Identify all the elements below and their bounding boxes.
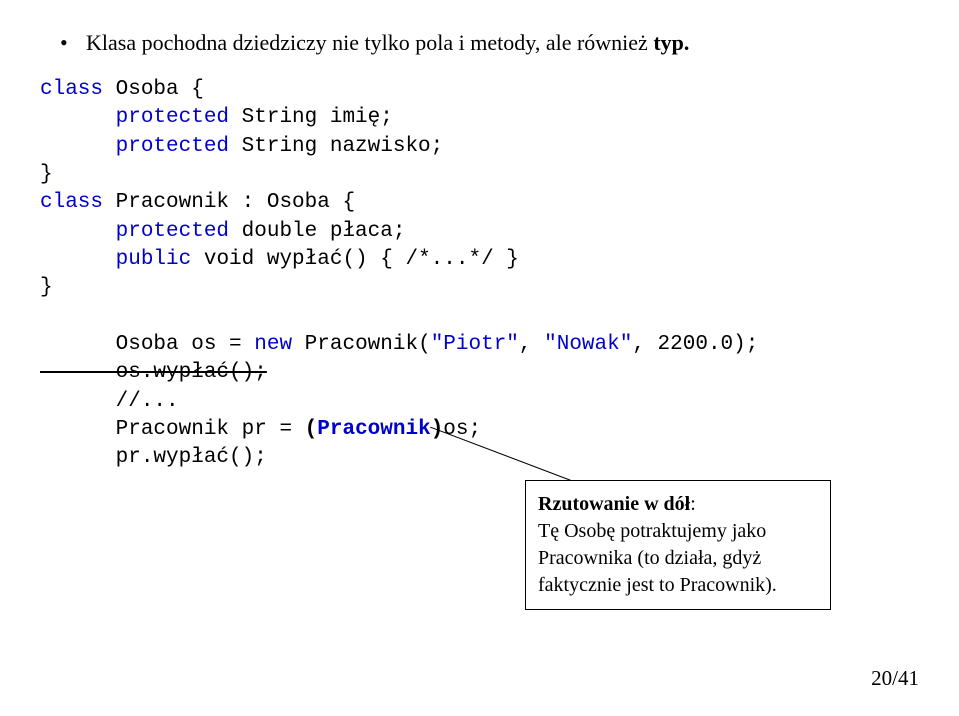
string-literal: "Piotr" [431, 333, 519, 356]
cast-type: Pracownik [317, 418, 430, 441]
cast-paren: ) [431, 418, 444, 441]
bullet-marker: • [60, 30, 86, 56]
bullet-item: •Klasa pochodna dziedziczy nie tylko pol… [60, 30, 919, 56]
bullet-text: Klasa pochodna dziedziczy nie tylko pola… [86, 30, 653, 55]
code-text: Pracownik : Osoba { [103, 191, 355, 214]
code-text: String imię; [229, 106, 393, 129]
cast-paren: ( [305, 418, 318, 441]
callout-box: Rzutowanie w dół: Tę Osobę potraktujemy … [525, 480, 831, 610]
kw-class: class [40, 191, 103, 214]
code-text: } [40, 163, 53, 186]
code-text: void wypłać() { /*...*/ } [191, 248, 519, 271]
code-strikethrough: os.wypłać(); [40, 361, 267, 384]
string-literal: "Nowak" [544, 333, 632, 356]
kw-class: class [40, 78, 103, 101]
code-text: Pracownik pr = [40, 418, 305, 441]
code-comment: //... [40, 390, 179, 413]
kw-new: new [254, 333, 292, 356]
code-text: os; [443, 418, 481, 441]
code-text: Osoba { [103, 78, 204, 101]
code-block: class Osoba { protected String imię; pro… [40, 76, 919, 473]
code-text: Osoba os = [40, 333, 254, 356]
kw-protected: protected [40, 220, 229, 243]
code-text: } [40, 276, 53, 299]
code-text: double płaca; [229, 220, 405, 243]
kw-public: public [40, 248, 191, 271]
code-text: String nazwisko; [229, 135, 443, 158]
callout-title: Rzutowanie w dół [538, 493, 690, 515]
kw-protected: protected [40, 106, 229, 129]
page-number: 20/41 [871, 666, 919, 691]
code-text: pr.wypłać(); [40, 446, 267, 469]
code-text: , 2200.0); [632, 333, 758, 356]
bullet-bold: typ. [653, 30, 689, 55]
code-text: Pracownik( [292, 333, 431, 356]
code-text: , [519, 333, 544, 356]
kw-protected: protected [40, 135, 229, 158]
